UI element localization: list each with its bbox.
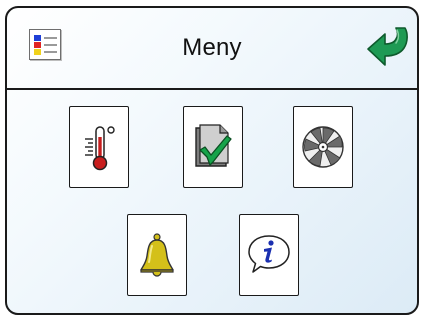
tile-alarm[interactable] xyxy=(127,214,187,296)
bell-icon xyxy=(140,233,174,277)
info-icon xyxy=(248,235,290,273)
back-arrow-icon xyxy=(367,27,408,66)
tile-checklist[interactable] xyxy=(183,106,243,188)
header-bar: Meny xyxy=(7,8,417,90)
page-title: Meny xyxy=(182,34,242,61)
thermometer-icon xyxy=(85,126,115,171)
back-button[interactable] xyxy=(363,24,413,70)
fan-icon xyxy=(302,126,344,168)
tile-fan[interactable] xyxy=(293,106,353,188)
main-window: Meny xyxy=(5,6,419,315)
tile-info[interactable] xyxy=(239,214,299,296)
document-check-icon xyxy=(195,124,232,167)
tile-temperature[interactable] xyxy=(69,106,129,188)
